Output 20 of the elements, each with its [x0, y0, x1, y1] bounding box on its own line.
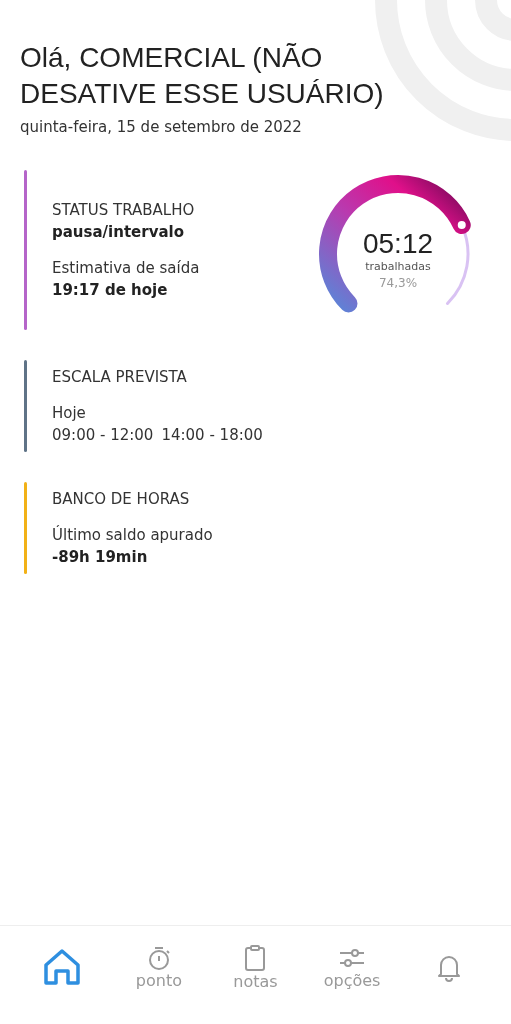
worked-percent: 74,3%: [378, 276, 418, 290]
schedule-period: 14:00 - 18:00: [161, 426, 263, 444]
schedule-period: 09:00 - 12:00: [52, 426, 154, 444]
worked-caption: trabalhadas: [365, 260, 431, 273]
worked-time: 05:12: [362, 228, 434, 260]
day-label: Hoje: [52, 404, 86, 422]
nav-tab[interactable]: notas: [215, 932, 296, 1002]
exit-estimate-value: 19:17 de hoje: [52, 281, 168, 299]
card-title: ESCALA PREVISTA: [52, 368, 187, 386]
card-title: STATUS TRABALHO: [52, 201, 195, 219]
greeting-title: Olá, COMERCIAL (NÃO DESATIVE ESSE USUÁRIO): [20, 41, 385, 111]
home-icon: [42, 947, 83, 987]
date-label: quinta-feira, 15 de setembro de 2022: [20, 118, 302, 136]
balance-value: -89h 19min: [52, 548, 148, 566]
card-title: BANCO DE HORAS: [52, 490, 190, 508]
nav-tab[interactable]: ponto: [118, 932, 199, 1002]
exit-estimate-label: Estimativa de saída: [52, 259, 200, 277]
balance-label: Último saldo apurado: [52, 526, 213, 544]
status-value: pausa/intervalo: [52, 223, 184, 241]
nav-tab[interactable]: opções: [312, 932, 393, 1002]
